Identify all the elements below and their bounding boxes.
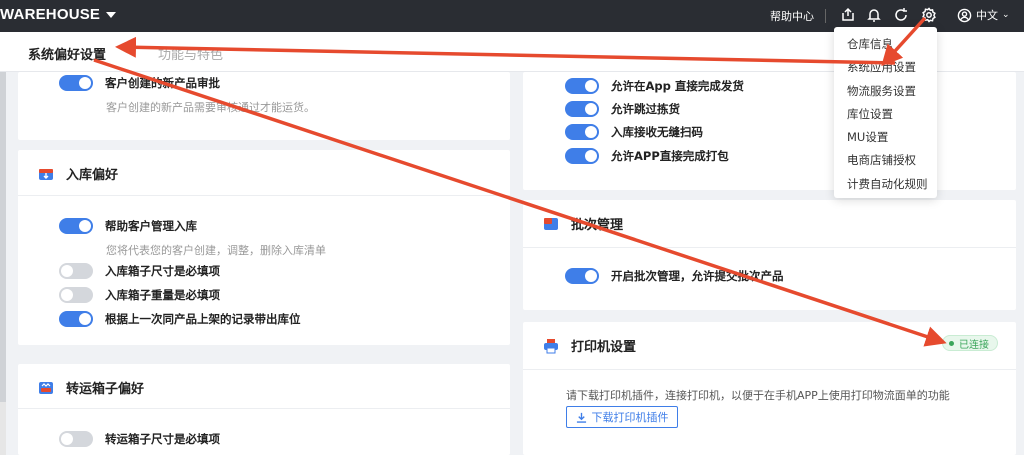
toggle-label: 帮助客户管理入库 <box>105 219 197 233</box>
toggle-label: 允许在App 直接完成发货 <box>611 79 744 93</box>
toggle-label: 允许跳过拣货 <box>611 102 680 116</box>
scrollbar-thumb[interactable] <box>0 72 6 402</box>
toggle-row: 入库箱子尺寸是必填项 <box>59 263 220 279</box>
seamless-scan-toggle[interactable] <box>565 124 599 140</box>
toggle-label: 入库箱子尺寸是必填项 <box>105 264 220 278</box>
batch-management-card: 批次管理 开启批次管理，允许提交批次产品 <box>523 200 1016 310</box>
tab-system-preferences[interactable]: 系统偏好设置 <box>28 44 106 63</box>
package-icon <box>39 381 53 394</box>
language-label: 中文 <box>976 9 998 22</box>
toggle-label: 根据上一次同产品上架的记录带出库位 <box>105 312 301 326</box>
toggle-row: 允许APP直接完成打包 <box>565 148 729 164</box>
menu-item-warehouse-info[interactable]: 仓库信息 <box>834 33 937 56</box>
export-icon[interactable] <box>840 7 856 23</box>
toggle-row: 客户创建的新产品审批 <box>59 75 220 91</box>
card-header: 转运箱子偏好 <box>38 378 144 397</box>
card-title: 打印机设置 <box>571 340 637 355</box>
new-product-approval-toggle[interactable] <box>59 75 93 91</box>
divider <box>18 195 510 196</box>
card-title: 入库偏好 <box>66 168 119 183</box>
card-title: 批次管理 <box>571 218 624 233</box>
shipping-box-preferences-card: 转运箱子偏好 转运箱子尺寸是必填项 <box>18 364 510 455</box>
toggle-row: 允许在App 直接完成发货 <box>565 78 744 94</box>
menu-item-mu-settings[interactable]: MU设置 <box>834 126 937 149</box>
download-printer-plugin-button[interactable]: 下载打印机插件 <box>566 406 678 428</box>
tab-features[interactable]: 功能与特色 <box>158 44 223 63</box>
divider <box>523 369 1016 370</box>
printer-instructions: 请下载打印机插件，连接打印机，以便于在手机APP上使用打印物流面单的功能 <box>566 389 950 402</box>
toggle-label: 入库接收无缝扫码 <box>611 125 703 139</box>
inbound-box-weight-required-toggle[interactable] <box>59 287 93 303</box>
user-icon <box>957 8 972 22</box>
app-options-card: 允许在App 直接完成发货 允许跳过拣货 入库接收无缝扫码 允许APP直接完成打… <box>523 72 1016 190</box>
brand-label: WAREHOUSE <box>0 6 101 23</box>
batch-icon <box>544 217 558 230</box>
connection-status-badge: 已连接 <box>942 335 998 351</box>
card-header: 打印机设置 <box>543 336 636 355</box>
download-icon <box>576 412 586 423</box>
toggle-row: 转运箱子尺寸是必填项 <box>59 431 220 447</box>
left-scrollbar[interactable] <box>0 72 6 455</box>
shipping-box-size-required-toggle[interactable] <box>59 431 93 447</box>
help-center-link[interactable]: 帮助中心 <box>770 8 814 24</box>
toggle-label: 允许APP直接完成打包 <box>611 149 729 163</box>
toggle-description: 您将代表您的客户创建，调整，删除入库清单 <box>106 244 326 257</box>
divider <box>18 408 510 409</box>
menu-item-logistics-service-settings[interactable]: 物流服务设置 <box>834 80 937 103</box>
menu-item-ecommerce-store-auth[interactable]: 电商店铺授权 <box>834 149 937 172</box>
button-label: 下载打印机插件 <box>591 411 669 424</box>
topbar-divider <box>825 9 826 23</box>
gear-icon[interactable] <box>921 7 937 23</box>
menu-item-system-app-settings[interactable]: 系统应用设置 <box>834 56 937 79</box>
toggle-description: 客户创建的新产品需要审核通过才能运货。 <box>106 101 315 114</box>
skip-picking-toggle[interactable] <box>565 101 599 117</box>
bell-icon[interactable] <box>866 7 882 23</box>
inbox-icon <box>39 168 53 180</box>
menu-item-billing-automation-rules[interactable]: 计费自动化规则 <box>834 173 937 196</box>
auto-location-toggle[interactable] <box>59 311 93 327</box>
divider <box>523 247 1016 248</box>
status-dot <box>949 340 954 346</box>
product-approval-card: 客户创建的新产品审批 客户创建的新产品需要审核通过才能运货。 <box>18 72 510 140</box>
app-direct-pack-toggle[interactable] <box>565 148 599 164</box>
toggle-row: 入库箱子重量是必填项 <box>59 287 220 303</box>
toggle-label: 客户创建的新产品审批 <box>105 76 220 90</box>
inbound-box-size-required-toggle[interactable] <box>59 263 93 279</box>
warehouse-switcher[interactable]: WAREHOUSE <box>0 6 117 23</box>
refresh-icon[interactable] <box>893 7 909 23</box>
printer-icon <box>544 338 558 353</box>
status-label: 已连接 <box>959 339 989 351</box>
toggle-row: 开启批次管理，允许提交批次产品 <box>565 268 784 284</box>
toggle-row: 根据上一次同产品上架的记录带出库位 <box>59 311 301 327</box>
batch-management-toggle[interactable] <box>565 268 599 284</box>
toggle-row: 入库接收无缝扫码 <box>565 124 703 140</box>
toggle-label: 开启批次管理，允许提交批次产品 <box>611 269 784 283</box>
card-header: 批次管理 <box>543 214 623 233</box>
toggle-label: 转运箱子尺寸是必填项 <box>105 432 220 446</box>
app-direct-ship-toggle[interactable] <box>565 78 599 94</box>
toggle-row: 允许跳过拣货 <box>565 101 680 117</box>
menu-item-location-settings[interactable]: 库位设置 <box>834 103 937 126</box>
help-manage-inbound-toggle[interactable] <box>59 218 93 234</box>
settings-dropdown-menu: 仓库信息 系统应用设置 物流服务设置 库位设置 MU设置 电商店铺授权 计费自动… <box>834 27 937 198</box>
toggle-label: 入库箱子重量是必填项 <box>105 288 220 302</box>
card-header: 入库偏好 <box>38 164 118 183</box>
card-title: 转运箱子偏好 <box>66 382 145 397</box>
inbound-preferences-card: 入库偏好 帮助客户管理入库 您将代表您的客户创建，调整，删除入库清单 入库箱子尺… <box>18 150 510 345</box>
language-switcher[interactable]: 中文 ⌄ <box>957 7 1010 23</box>
toggle-row: 帮助客户管理入库 <box>59 218 197 234</box>
chevron-down-icon: ⌄ <box>1002 10 1010 20</box>
caret-down-icon <box>106 12 117 19</box>
